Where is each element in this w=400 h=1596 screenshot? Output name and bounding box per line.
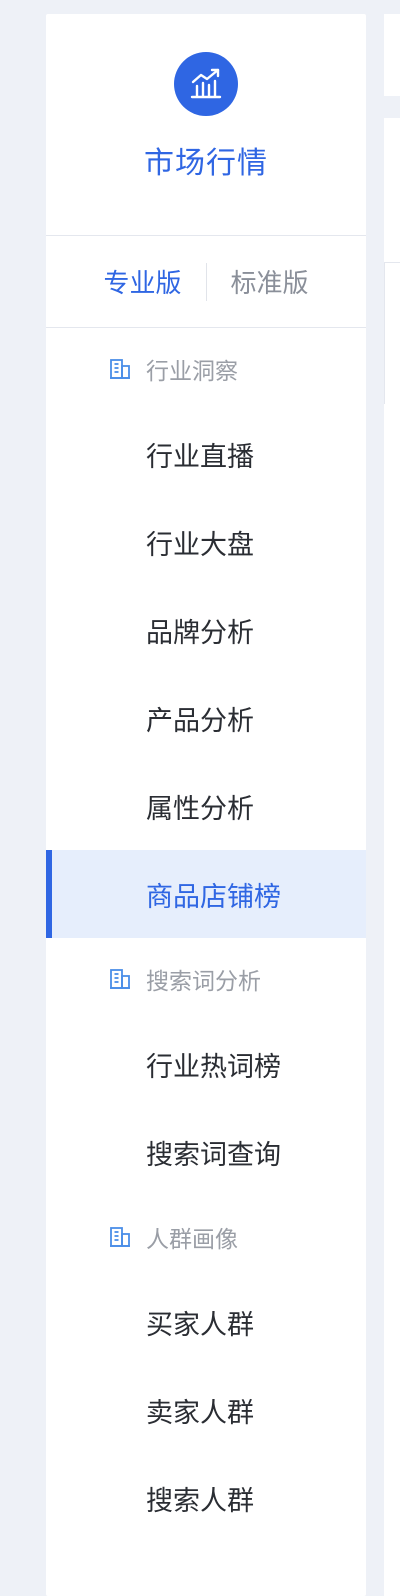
tab-pro-version[interactable]: 专业版 [79, 263, 205, 300]
content-header-panel [384, 14, 400, 96]
menu-item-search-term-query[interactable]: 搜索词查询 [46, 1108, 366, 1196]
page: 市场行情 专业版 标准版 行业洞察 行业直播 行业大盘 品牌分析 产品分析 属性… [0, 0, 400, 1596]
menu-group-search-term-analysis: 搜索词分析 [46, 938, 366, 1020]
sidebar: 市场行情 专业版 标准版 行业洞察 行业直播 行业大盘 品牌分析 产品分析 属性… [46, 14, 366, 1596]
menu-item-buyer-audience[interactable]: 买家人群 [46, 1278, 366, 1366]
menu-group-label: 行业洞察 [146, 359, 238, 385]
menu-item-goods-shop-ranking[interactable]: 商品店铺榜 [46, 850, 366, 938]
sidebar-menu: 行业洞察 行业直播 行业大盘 品牌分析 产品分析 属性分析 商品店铺榜 搜索词分… [46, 328, 366, 1542]
version-switch: 专业版 标准版 [46, 236, 366, 328]
menu-group-industry-insight: 行业洞察 [46, 328, 366, 410]
page-title: 市场行情 [144, 146, 268, 181]
menu-item-attribute-analysis[interactable]: 属性分析 [46, 762, 366, 850]
tab-standard-version[interactable]: 标准版 [207, 263, 333, 300]
menu-group-label: 人群画像 [146, 1227, 238, 1253]
content-divider [384, 262, 400, 263]
menu-group-label: 搜索词分析 [146, 969, 261, 995]
building-icon [110, 359, 130, 379]
building-icon [110, 1227, 130, 1247]
market-chart-icon [174, 52, 238, 116]
brand-header: 市场行情 [46, 14, 366, 236]
menu-item-brand-analysis[interactable]: 品牌分析 [46, 586, 366, 674]
content-main-panel [384, 118, 400, 1596]
content-edge [384, 262, 385, 404]
menu-item-industry-overview[interactable]: 行业大盘 [46, 498, 366, 586]
menu-item-search-audience[interactable]: 搜索人群 [46, 1454, 366, 1542]
building-icon [110, 969, 130, 989]
menu-group-audience-profile: 人群画像 [46, 1196, 366, 1278]
menu-item-product-analysis[interactable]: 产品分析 [46, 674, 366, 762]
menu-item-hot-terms-ranking[interactable]: 行业热词榜 [46, 1020, 366, 1108]
menu-item-seller-audience[interactable]: 卖家人群 [46, 1366, 366, 1454]
menu-item-industry-live[interactable]: 行业直播 [46, 410, 366, 498]
